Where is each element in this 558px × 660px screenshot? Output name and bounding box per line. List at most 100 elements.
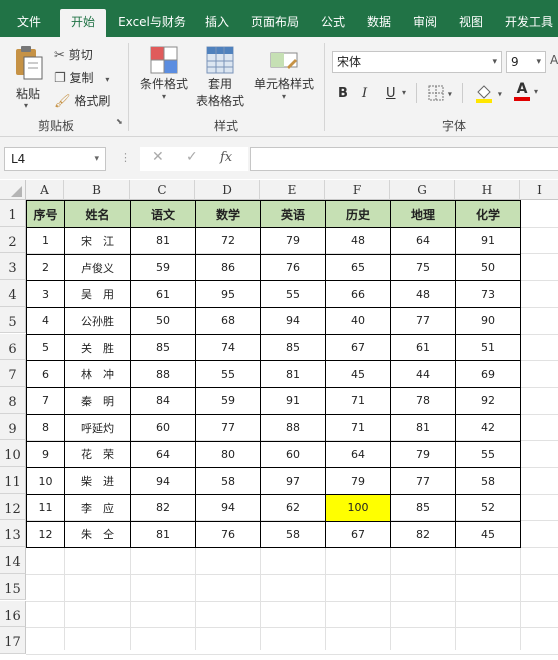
row-header[interactable]: 1 xyxy=(0,200,26,227)
conditional-format-button[interactable]: 条件格式 ▾ xyxy=(136,45,192,101)
row-header[interactable]: 4 xyxy=(0,280,26,307)
tab-review[interactable]: 审阅 xyxy=(406,9,444,37)
table-cell[interactable]: 85 xyxy=(390,493,456,522)
table-cell[interactable]: 58 xyxy=(260,520,326,549)
table-cell[interactable]: 48 xyxy=(325,227,391,255)
paste-button[interactable]: 粘贴 ▾ xyxy=(10,45,46,110)
table-cell[interactable]: 66 xyxy=(325,280,391,309)
table-cell[interactable]: 73 xyxy=(455,280,521,309)
table-cell[interactable]: 59 xyxy=(130,253,196,282)
name-box[interactable]: L4 ▾ xyxy=(4,147,106,171)
table-cell[interactable]: 64 xyxy=(325,440,391,469)
table-cell[interactable]: 92 xyxy=(455,387,521,415)
cancel-icon[interactable]: ✕ xyxy=(152,149,164,165)
table-cell[interactable]: 85 xyxy=(260,333,326,362)
copy-button[interactable]: ❐ 复制 ▾ xyxy=(54,69,109,86)
table-cell[interactable]: 60 xyxy=(260,440,326,469)
table-cell[interactable]: 82 xyxy=(390,520,456,549)
font-name-combo[interactable]: 宋体 ▾ xyxy=(332,51,502,73)
table-cell[interactable]: 97 xyxy=(260,467,326,495)
table-cell[interactable]: 10 xyxy=(26,467,65,495)
header-cell[interactable]: 化学 xyxy=(455,200,521,228)
column-header[interactable]: I xyxy=(520,180,558,200)
font-color-dropdown-icon[interactable]: ▾ xyxy=(534,87,538,96)
worksheet-grid[interactable]: ABCDEFGHI 1 2 3 4 5 6 7 8 9 10 11 12 13 14 15 16 17 序号 姓名… xyxy=(0,180,558,655)
table-cell[interactable]: 64 xyxy=(390,227,456,255)
chevron-down-icon[interactable]: ▾ xyxy=(94,148,99,170)
header-cell[interactable]: 序号 xyxy=(26,200,65,228)
table-cell[interactable]: 79 xyxy=(325,467,391,495)
table-cell[interactable]: 67 xyxy=(325,333,391,362)
tab-file[interactable]: 文件 xyxy=(8,9,50,37)
table-cell[interactable]: 69 xyxy=(455,360,521,389)
table-cell[interactable]: 75 xyxy=(390,253,456,282)
table-cell[interactable]: 公孙胜 xyxy=(64,307,131,335)
table-cell[interactable]: 50 xyxy=(455,253,521,282)
table-cell[interactable]: 4 xyxy=(26,307,65,335)
table-cell[interactable]: 61 xyxy=(390,333,456,362)
table-cell[interactable]: 51 xyxy=(455,333,521,362)
row-header[interactable]: 14 xyxy=(0,547,26,574)
increase-font-icon[interactable]: A xyxy=(550,53,558,67)
table-cell[interactable]: 55 xyxy=(260,280,326,309)
table-cell[interactable]: 朱 仝 xyxy=(64,520,131,549)
select-all-corner[interactable] xyxy=(0,180,26,200)
table-cell[interactable]: 呼延灼 xyxy=(64,413,131,442)
header-cell[interactable]: 数学 xyxy=(195,200,261,228)
header-cell[interactable]: 地理 xyxy=(390,200,456,228)
cut-button[interactable]: ✂ 剪切 xyxy=(54,46,93,63)
row-header[interactable]: 15 xyxy=(0,573,26,601)
table-cell[interactable]: 100 xyxy=(325,493,391,522)
table-cell[interactable]: 宋 江 xyxy=(64,227,131,255)
table-cell[interactable]: 64 xyxy=(130,440,196,469)
table-cell[interactable]: 68 xyxy=(195,307,261,335)
column-header[interactable]: C xyxy=(130,180,195,200)
table-cell[interactable]: 48 xyxy=(390,280,456,309)
table-cell[interactable]: 2 xyxy=(26,253,65,282)
copy-dropdown-icon[interactable]: ▾ xyxy=(105,75,109,84)
row-header[interactable]: 13 xyxy=(0,520,26,548)
table-cell[interactable]: 91 xyxy=(455,227,521,255)
table-cell[interactable]: 7 xyxy=(26,387,65,415)
column-header[interactable]: E xyxy=(260,180,325,200)
table-cell[interactable]: 11 xyxy=(26,493,65,522)
paste-dropdown-icon[interactable]: ▾ xyxy=(24,101,28,110)
row-header[interactable]: 11 xyxy=(0,467,26,494)
underline-button[interactable]: U xyxy=(386,86,396,101)
format-painter-button[interactable]: 🖌 格式刷 xyxy=(54,92,110,109)
table-cell[interactable]: 卢俊义 xyxy=(64,253,131,282)
table-cell[interactable]: 52 xyxy=(455,493,521,522)
row-header[interactable]: 3 xyxy=(0,253,26,281)
table-cell[interactable]: 1 xyxy=(26,227,65,255)
table-cell[interactable]: 55 xyxy=(455,440,521,469)
table-cell[interactable]: 61 xyxy=(130,280,196,309)
table-cell[interactable]: 77 xyxy=(195,413,261,442)
table-cell[interactable]: 3 xyxy=(26,280,65,309)
column-header[interactable]: H xyxy=(455,180,520,200)
table-cell[interactable]: 85 xyxy=(130,333,196,362)
table-cell[interactable]: 76 xyxy=(260,253,326,282)
fill-color-button[interactable]: ▾ xyxy=(474,83,502,103)
table-cell[interactable]: 42 xyxy=(455,413,521,442)
table-cell[interactable]: 81 xyxy=(390,413,456,442)
table-cell[interactable]: 55 xyxy=(195,360,261,389)
function-icon[interactable]: fx xyxy=(220,150,232,165)
table-cell[interactable]: 65 xyxy=(325,253,391,282)
underline-dropdown-icon[interactable]: ▾ xyxy=(402,88,406,97)
table-cell[interactable]: 94 xyxy=(130,467,196,495)
table-cell[interactable]: 95 xyxy=(195,280,261,309)
cell-styles-button[interactable]: 单元格样式 ▾ xyxy=(252,45,316,101)
table-cell[interactable]: 79 xyxy=(260,227,326,255)
table-cell[interactable]: 81 xyxy=(130,520,196,549)
column-header[interactable]: D xyxy=(195,180,260,200)
tab-developer[interactable]: 开发工具 xyxy=(498,9,558,37)
tab-data[interactable]: 数据 xyxy=(360,9,398,37)
table-cell[interactable]: 58 xyxy=(455,467,521,495)
table-cell[interactable]: 76 xyxy=(195,520,261,549)
tab-view[interactable]: 视图 xyxy=(452,9,490,37)
table-cell[interactable]: 关 胜 xyxy=(64,333,131,362)
bold-button[interactable]: B xyxy=(338,86,348,101)
column-header[interactable]: G xyxy=(390,180,455,200)
table-cell[interactable]: 5 xyxy=(26,333,65,362)
tab-home[interactable]: 开始 xyxy=(60,9,106,37)
